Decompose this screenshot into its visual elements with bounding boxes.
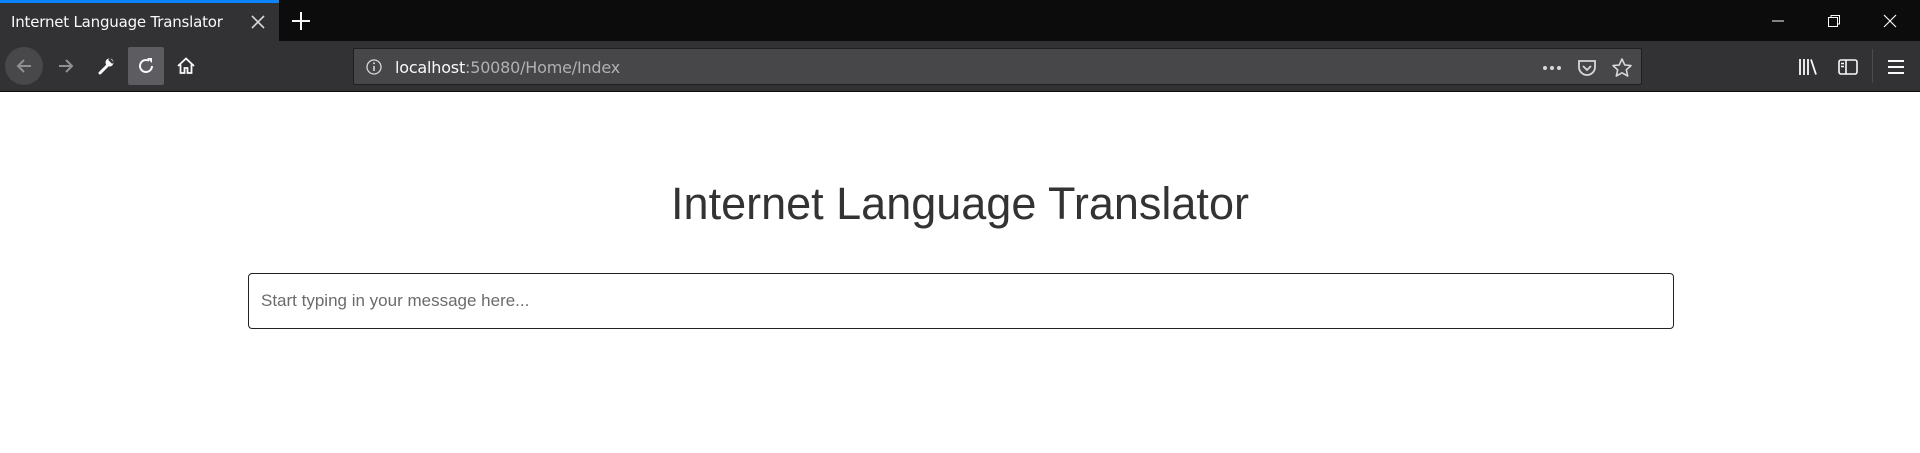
forward-arrow-icon[interactable]: [47, 47, 85, 85]
minimize-icon[interactable]: [1750, 0, 1806, 41]
url-text[interactable]: localhost:50080/Home/Index: [395, 58, 620, 77]
active-tab[interactable]: Internet Language Translator: [0, 0, 279, 41]
navigation-toolbar: localhost:50080/Home/Index: [0, 41, 1920, 92]
tab-close-icon[interactable]: [249, 13, 267, 31]
wrench-icon[interactable]: [87, 47, 125, 85]
hamburger-menu-icon[interactable]: [1884, 55, 1908, 79]
page-content: Internet Language Translator: [0, 92, 1920, 453]
message-input[interactable]: [248, 273, 1674, 329]
url-host: localhost: [395, 58, 466, 77]
home-icon[interactable]: [167, 47, 205, 85]
close-window-icon[interactable]: [1862, 0, 1918, 41]
url-path: :50080/Home/Index: [465, 58, 620, 77]
reload-icon[interactable]: [128, 47, 164, 85]
bookmark-star-icon[interactable]: [1610, 57, 1634, 79]
library-icon[interactable]: [1796, 55, 1820, 79]
address-bar[interactable]: localhost:50080/Home/Index: [353, 48, 1642, 85]
pocket-icon[interactable]: [1575, 57, 1599, 79]
tab-title: Internet Language Translator: [11, 13, 223, 31]
restore-icon[interactable]: [1806, 0, 1862, 41]
tab-strip: Internet Language Translator: [0, 0, 1920, 41]
page-actions-more-icon[interactable]: [1540, 57, 1564, 79]
back-arrow-icon[interactable]: [5, 47, 43, 85]
new-tab-plus-icon[interactable]: [287, 8, 315, 34]
sidebar-icon[interactable]: [1836, 55, 1860, 79]
site-info-icon[interactable]: [365, 58, 383, 81]
toolbar-divider: [1872, 49, 1873, 83]
page-title: Internet Language Translator: [671, 178, 1249, 229]
